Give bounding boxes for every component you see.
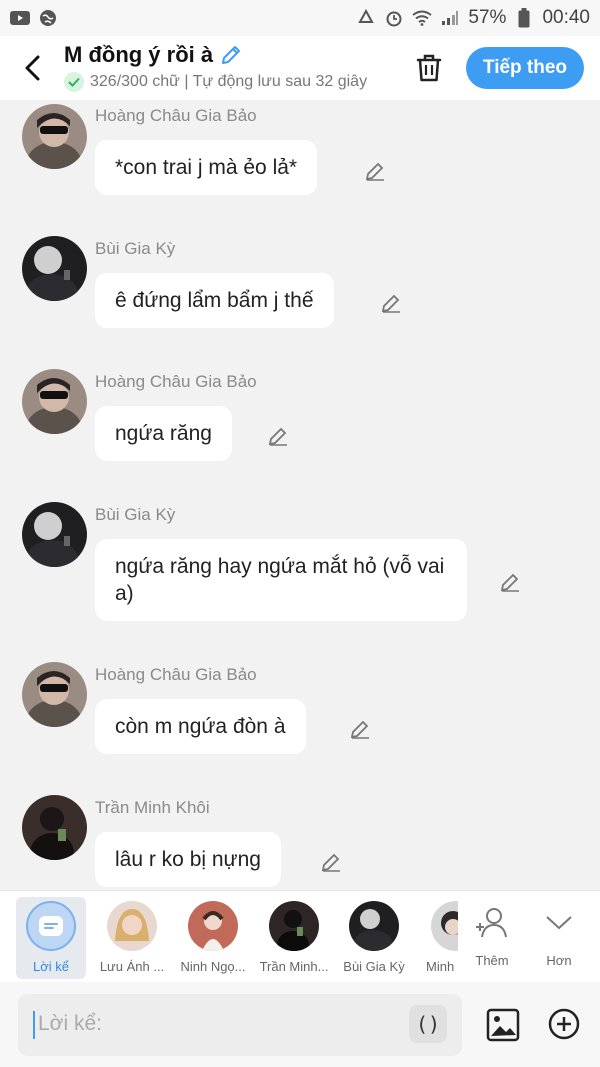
- character-item[interactable]: Bùi Gia Kỳ: [334, 897, 414, 979]
- message-bubble[interactable]: ngứa răng hay ngứa mắt hỏ (vỗ vai a): [95, 539, 467, 621]
- avatar[interactable]: [22, 502, 87, 567]
- story-title[interactable]: M đồng ý rồi à: [64, 42, 394, 68]
- globe-icon: [38, 9, 58, 27]
- message-input[interactable]: Lời kể: (): [18, 994, 462, 1056]
- delete-button[interactable]: [412, 50, 446, 86]
- youtube-icon: [10, 9, 30, 27]
- pencil-icon: [350, 720, 369, 739]
- sender-name: Bùi Gia Kỳ: [95, 239, 176, 258]
- edit-message-button[interactable]: [362, 158, 388, 184]
- autosave-status: 326/300 chữ | Tự động lưu sau 32 giây: [64, 72, 394, 92]
- character-selector: Lời kể Lưu Ánh ... Ninh Ngọ... Trần Minh…: [0, 890, 600, 982]
- add-button[interactable]: [548, 1008, 580, 1040]
- battery-percent: 57%: [468, 7, 507, 28]
- pencil-icon: [268, 427, 287, 446]
- avatar[interactable]: [22, 236, 87, 301]
- sender-name: Hoàng Châu Gia Bảo: [95, 665, 257, 684]
- more-button[interactable]: Hơn: [528, 897, 590, 979]
- character-name: Lời kể: [33, 959, 69, 974]
- message-bubble[interactable]: còn m ngứa đòn à: [95, 699, 306, 754]
- next-button[interactable]: Tiếp theo: [466, 47, 584, 89]
- pencil-icon: [365, 162, 384, 181]
- chevron-left-icon: [25, 55, 40, 81]
- avatar: [188, 901, 238, 951]
- avatar[interactable]: [22, 104, 87, 169]
- character-item[interactable]: Minh: [414, 897, 458, 979]
- character-name: Bùi Gia Kỳ: [343, 959, 405, 974]
- sender-name: Hoàng Châu Gia Bảo: [95, 372, 257, 391]
- message-bubble[interactable]: *con trai j mà ẻo lả*: [95, 140, 318, 195]
- character-item[interactable]: Ninh Ngọ...: [173, 897, 253, 979]
- character-item[interactable]: Trần Minh...: [254, 897, 334, 979]
- parentheses-button[interactable]: (): [409, 1005, 447, 1043]
- pencil-icon: [381, 294, 400, 313]
- add-person-icon: [472, 903, 512, 943]
- add-character-button[interactable]: Thêm: [461, 897, 523, 979]
- add-character-label: Thêm: [475, 953, 509, 968]
- wifi-icon: [412, 9, 433, 27]
- clock: 00:40: [542, 7, 590, 28]
- image-button[interactable]: [486, 1008, 520, 1042]
- pencil-icon: [321, 853, 340, 872]
- message-bubble[interactable]: lâu r ko bị nựng: [95, 832, 281, 887]
- avatar[interactable]: [22, 795, 87, 860]
- character-name: Lưu Ánh ...: [99, 959, 165, 974]
- back-button[interactable]: [18, 52, 46, 84]
- character-name: Ninh Ngọ...: [180, 959, 246, 974]
- pencil-icon: [500, 573, 519, 592]
- avatar: [349, 901, 399, 951]
- image-icon: [486, 1008, 520, 1042]
- sender-name: Hoàng Châu Gia Bảo: [95, 106, 257, 125]
- chat-list[interactable]: Hoàng Châu Gia Bảo *con trai j mà ẻo lả*…: [0, 100, 600, 890]
- avatar: [431, 901, 458, 951]
- pencil-icon[interactable]: [219, 43, 243, 67]
- story-title-text: M đồng ý rồi à: [64, 42, 214, 67]
- autosave-text: 326/300 chữ | Tự động lưu sau 32 giây: [90, 73, 368, 90]
- edit-message-button[interactable]: [318, 849, 344, 875]
- status-bar: 57% 00:40: [0, 0, 600, 36]
- battery-icon: [514, 8, 534, 28]
- recycle-icon: [356, 9, 376, 27]
- message-bubble[interactable]: ngứa răng: [95, 406, 232, 461]
- editor-header: M đồng ý rồi à 326/300 chữ | Tự động lưu…: [0, 36, 600, 100]
- character-name: Minh: [426, 959, 455, 974]
- character-name: Trần Minh...: [259, 959, 329, 974]
- text-caret: [33, 1011, 35, 1039]
- avatar: [107, 901, 157, 951]
- trash-icon: [416, 54, 442, 82]
- check-icon: [64, 72, 84, 92]
- edit-message-button[interactable]: [347, 716, 373, 742]
- composer: Lời kể: (): [0, 982, 600, 1067]
- edit-message-button[interactable]: [378, 290, 404, 316]
- narrator-icon: [26, 901, 76, 951]
- message-bubble[interactable]: ê đứng lẩm bẩm j thế: [95, 273, 334, 328]
- avatar[interactable]: [22, 662, 87, 727]
- sender-name: Bùi Gia Kỳ: [95, 505, 176, 524]
- chevron-down-icon: [539, 903, 579, 943]
- character-item[interactable]: Lưu Ánh ...: [92, 897, 172, 979]
- input-placeholder: Lời kể:: [38, 1012, 102, 1035]
- alarm-icon: [384, 9, 404, 27]
- avatar[interactable]: [22, 369, 87, 434]
- more-label: Hơn: [546, 953, 572, 968]
- signal-icon: [440, 9, 460, 27]
- plus-circle-icon: [548, 1008, 580, 1040]
- sender-name: Trần Minh Khôi: [95, 798, 210, 817]
- edit-message-button[interactable]: [497, 569, 523, 595]
- edit-message-button[interactable]: [265, 423, 291, 449]
- avatar: [269, 901, 319, 951]
- character-narrator[interactable]: Lời kể: [16, 897, 86, 979]
